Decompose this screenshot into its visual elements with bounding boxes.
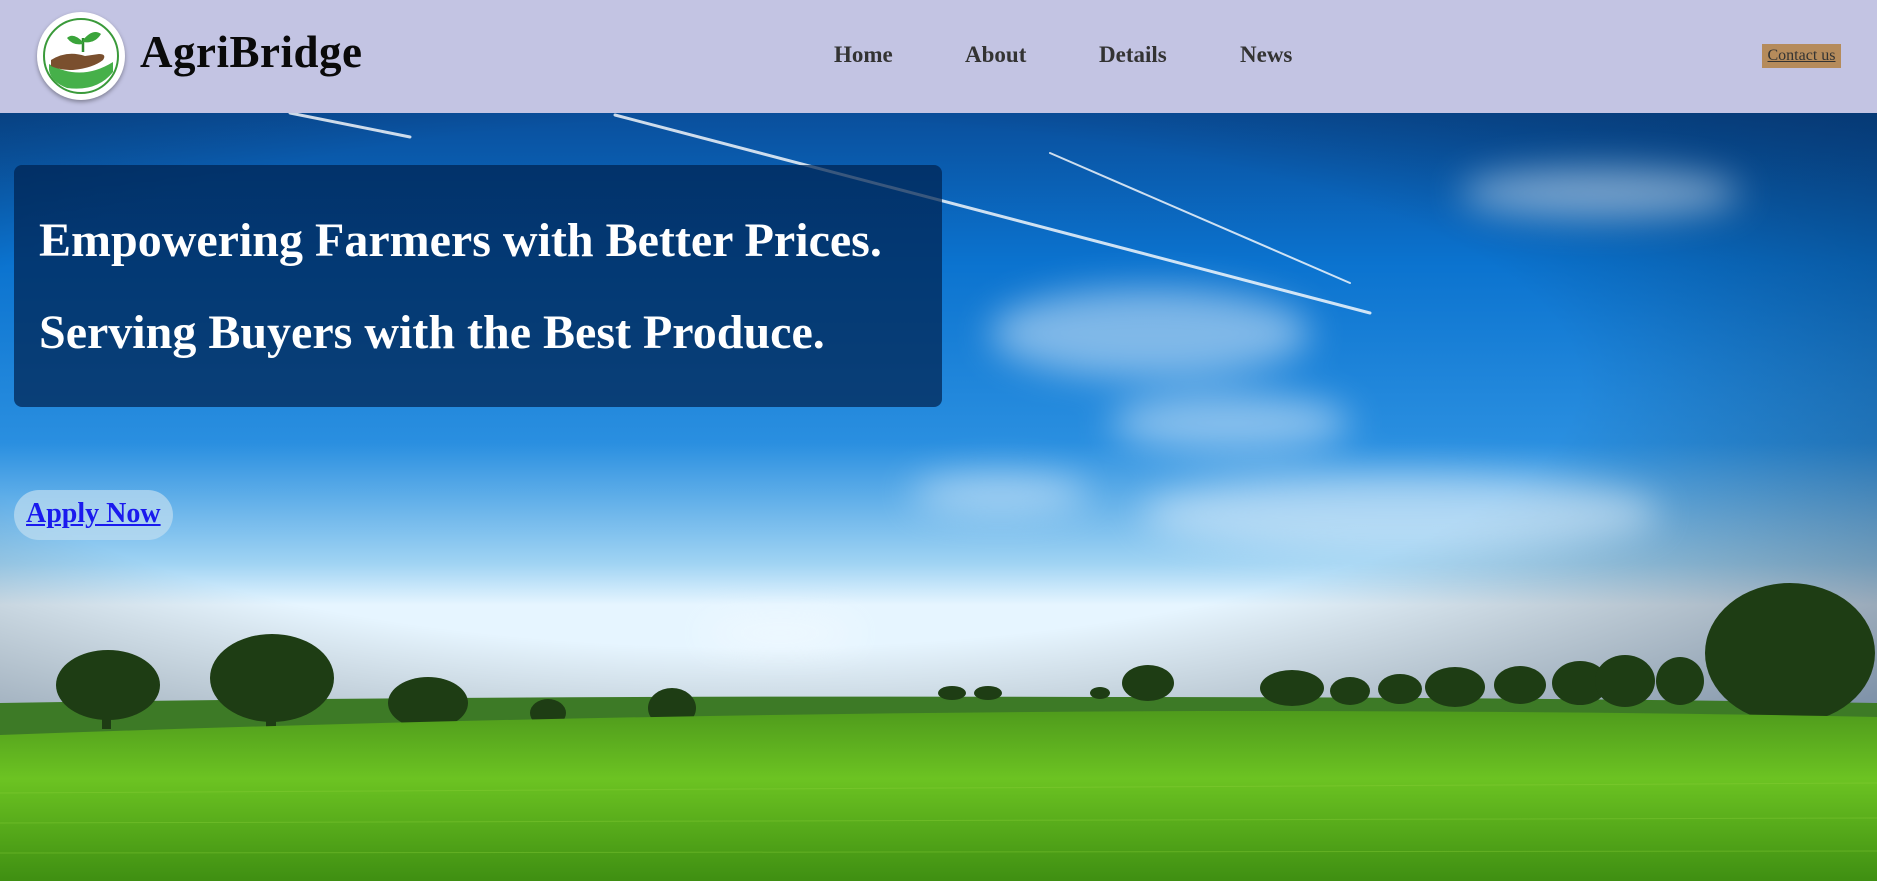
headline-line-1: Empowering Farmers with Better Prices. [39,214,882,267]
nav-news-link[interactable]: News [1240,42,1292,68]
apply-now-button[interactable]: Apply Now [14,490,173,540]
contact-us-button[interactable]: Contact us [1762,44,1841,68]
headline-line-2: Serving Buyers with the Best Produce. [39,306,825,359]
headline-box: Empowering Farmers with Better Prices. S… [14,165,942,407]
nav-details-link[interactable]: Details [1099,42,1167,68]
apply-now-link[interactable]: Apply Now [26,498,161,530]
site-header: AgriBridge Home About Details News Conta… [0,0,1877,113]
agribridge-logo-icon[interactable] [37,12,125,100]
nav-home-link[interactable]: Home [834,42,893,68]
nav-about-link[interactable]: About [965,42,1026,68]
hero-section: Empowering Farmers with Better Prices. S… [0,113,1877,881]
brand-name: AgriBridge [140,27,363,77]
